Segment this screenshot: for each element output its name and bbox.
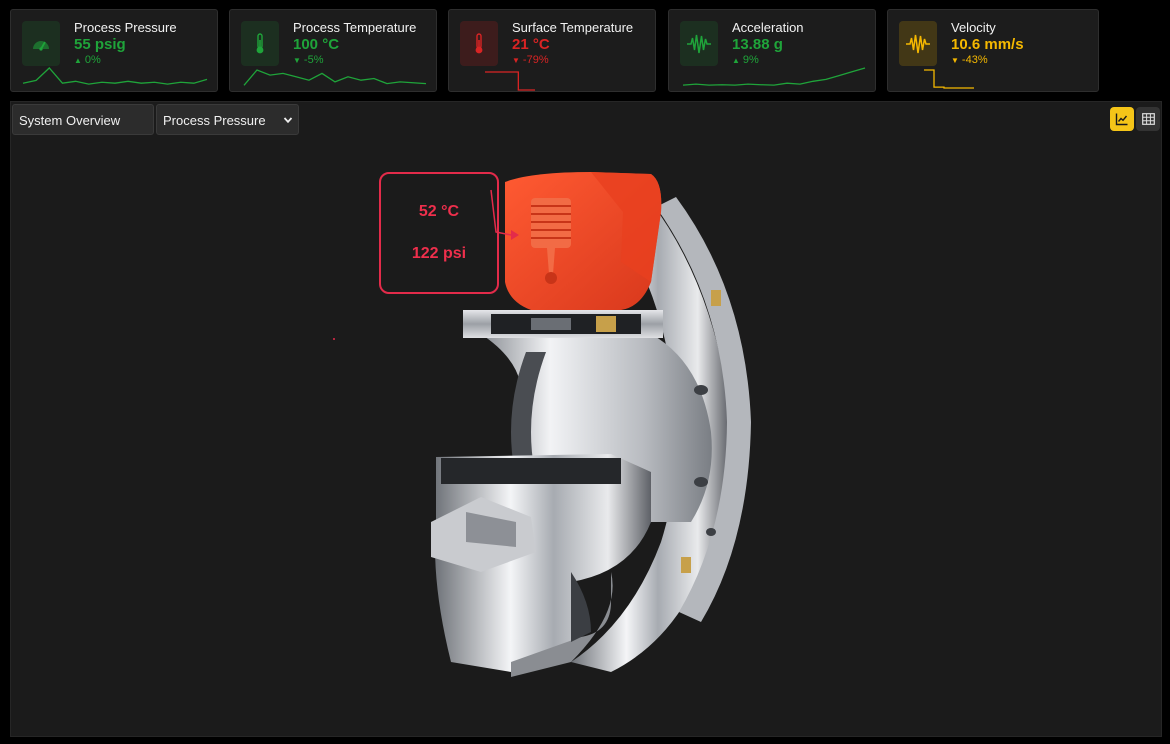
sparkline-path: [243, 69, 427, 86]
kpi-sparkline: [682, 67, 866, 86]
kpi-card-surface-temperature[interactable]: Surface Temperature 21 °C ▼ -79%: [448, 9, 656, 92]
kpi-card-velocity[interactable]: Velocity 10.6 mm/s ▼ -43%: [887, 9, 1099, 92]
kpi-sparkline: [924, 69, 974, 89]
sparkline-path: [924, 69, 974, 89]
kpi-sparkline: [485, 71, 535, 91]
callout-temperature: 52 °C: [418, 203, 460, 220]
mechanical-seal-illustration: [333, 172, 751, 677]
kpi-row: Process Pressure 55 psig ▲ 0% Process Tem…: [0, 0, 1170, 100]
kpi-card-process-pressure[interactable]: Process Pressure 55 psig ▲ 0%: [10, 9, 218, 92]
gland-red-highlight: [505, 172, 662, 310]
kpi-sparkline: [22, 67, 208, 85]
kpi-card-acceleration[interactable]: Acceleration 13.88 g ▲ 9%: [668, 9, 876, 92]
kpi-card-process-temperature[interactable]: Process Temperature 100 °C ▼ -5%: [229, 9, 437, 92]
sensor-callout[interactable]: 52 °C 122 psi: [379, 172, 499, 294]
callout-pressure: 122 psi: [411, 245, 467, 262]
marker-dot: [333, 338, 335, 340]
kpi-sparkline: [243, 69, 427, 86]
overview-panel: System Overview Process Pressure 52 °C 1…: [10, 101, 1162, 737]
sparkline-path: [682, 67, 866, 86]
sparkline-path: [485, 71, 535, 91]
sparkline-path: [22, 67, 208, 85]
